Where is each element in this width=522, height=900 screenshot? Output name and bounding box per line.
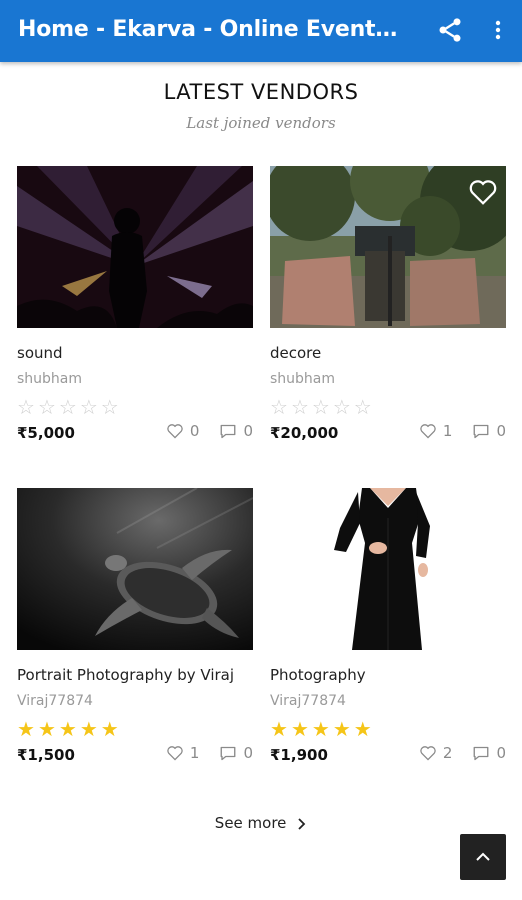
price: ₹1,900 — [270, 746, 328, 764]
comments-count: 0 — [496, 422, 506, 440]
card-stats: 0 0 — [166, 422, 253, 440]
vendor-image[interactable] — [17, 488, 253, 650]
price: ₹1,500 — [17, 746, 75, 764]
star-empty-icon: ☆ — [17, 395, 35, 419]
card-stats: 2 0 — [419, 744, 506, 762]
comment-icon[interactable] — [219, 745, 237, 762]
rating-stars: ★ ★ ★ ★ ★ — [270, 718, 375, 740]
vendor-card[interactable]: Portrait Photography by Viraj Viraj77874… — [17, 488, 253, 778]
comments-count: 0 — [496, 744, 506, 762]
star-filled-icon: ★ — [270, 717, 288, 741]
comment-icon[interactable] — [219, 423, 237, 440]
heart-icon[interactable] — [419, 745, 437, 761]
app-bar: Home - Ekarva - Online Events/Art Vendor… — [0, 0, 522, 62]
vendor-image[interactable] — [270, 166, 506, 328]
star-empty-icon: ☆ — [79, 395, 98, 419]
heart-icon[interactable] — [419, 423, 437, 439]
rating-stars: ★ ★ ★ ★ ★ — [17, 718, 122, 740]
star-empty-icon: ☆ — [100, 395, 119, 419]
vendor-username[interactable]: shubham — [270, 371, 335, 387]
see-more-link[interactable]: See more — [0, 814, 522, 832]
more-vert-icon[interactable] — [486, 16, 510, 44]
scroll-to-top-button[interactable] — [460, 834, 506, 880]
vendor-username[interactable]: Viraj77874 — [270, 693, 346, 709]
vendor-username[interactable]: shubham — [17, 371, 82, 387]
rating-stars: ☆ ☆ ☆ ☆ ☆ — [270, 396, 375, 418]
vendor-card[interactable]: decore shubham ☆ ☆ ☆ ☆ ☆ ₹20,000 1 0 — [270, 166, 506, 456]
vendor-name[interactable]: sound — [17, 344, 253, 362]
likes-count: 2 — [442, 744, 453, 762]
comment-icon[interactable] — [472, 423, 490, 440]
page-title: Home - Ekarva - Online Events/Art Vendor… — [18, 17, 410, 42]
vendor-username[interactable]: Viraj77874 — [17, 693, 93, 709]
chevron-up-icon — [476, 852, 490, 861]
black-dress-photo — [270, 488, 506, 650]
likes-count: 1 — [189, 744, 200, 762]
star-empty-icon: ☆ — [270, 395, 288, 419]
rating-stars: ☆ ☆ ☆ ☆ ☆ — [17, 396, 122, 418]
comments-count: 0 — [243, 422, 253, 440]
star-filled-icon: ★ — [79, 717, 98, 741]
heart-icon[interactable] — [166, 423, 184, 439]
section-subtitle: Last joined vendors — [186, 114, 336, 132]
star-filled-icon: ★ — [37, 717, 56, 741]
comment-icon[interactable] — [472, 745, 490, 762]
vendor-image[interactable] — [270, 488, 506, 650]
star-empty-icon: ☆ — [37, 395, 56, 419]
chevron-right-icon — [298, 817, 306, 830]
price: ₹5,000 — [17, 424, 75, 442]
star-filled-icon: ★ — [17, 717, 35, 741]
price: ₹20,000 — [270, 424, 339, 442]
card-stats: 1 0 — [166, 744, 253, 762]
likes-count: 0 — [189, 422, 200, 440]
star-filled-icon: ★ — [311, 717, 330, 741]
vendor-card[interactable]: sound shubham ☆ ☆ ☆ ☆ ☆ ₹5,000 0 0 — [17, 166, 253, 456]
star-filled-icon: ★ — [100, 717, 119, 741]
card-stats: 1 0 — [419, 422, 506, 440]
heart-icon[interactable] — [166, 745, 184, 761]
vendor-name[interactable]: decore — [270, 344, 506, 362]
section-title: LATEST VENDORS — [163, 80, 359, 104]
star-empty-icon: ☆ — [353, 395, 372, 419]
star-filled-icon: ★ — [332, 717, 351, 741]
star-filled-icon: ★ — [58, 717, 77, 741]
vendor-card[interactable]: Photography Viraj77874 ★ ★ ★ ★ ★ ₹1,900 2 0 — [270, 488, 506, 778]
concert-silhouette-photo — [17, 166, 253, 328]
sea-turtle-photo — [17, 488, 253, 650]
vendor-name[interactable]: Portrait Photography by Viraj — [17, 666, 253, 684]
share-icon[interactable] — [436, 16, 464, 44]
vendor-name[interactable]: Photography — [270, 666, 506, 684]
star-empty-icon: ☆ — [58, 395, 77, 419]
star-empty-icon: ☆ — [311, 395, 330, 419]
comments-count: 0 — [243, 744, 253, 762]
star-empty-icon: ☆ — [332, 395, 351, 419]
see-more-label: See more — [214, 814, 287, 832]
star-empty-icon: ☆ — [290, 395, 309, 419]
star-filled-icon: ★ — [290, 717, 309, 741]
vendor-image[interactable] — [17, 166, 253, 328]
likes-count: 1 — [442, 422, 453, 440]
wishlist-heart-icon[interactable] — [468, 178, 498, 206]
star-filled-icon: ★ — [353, 717, 372, 741]
